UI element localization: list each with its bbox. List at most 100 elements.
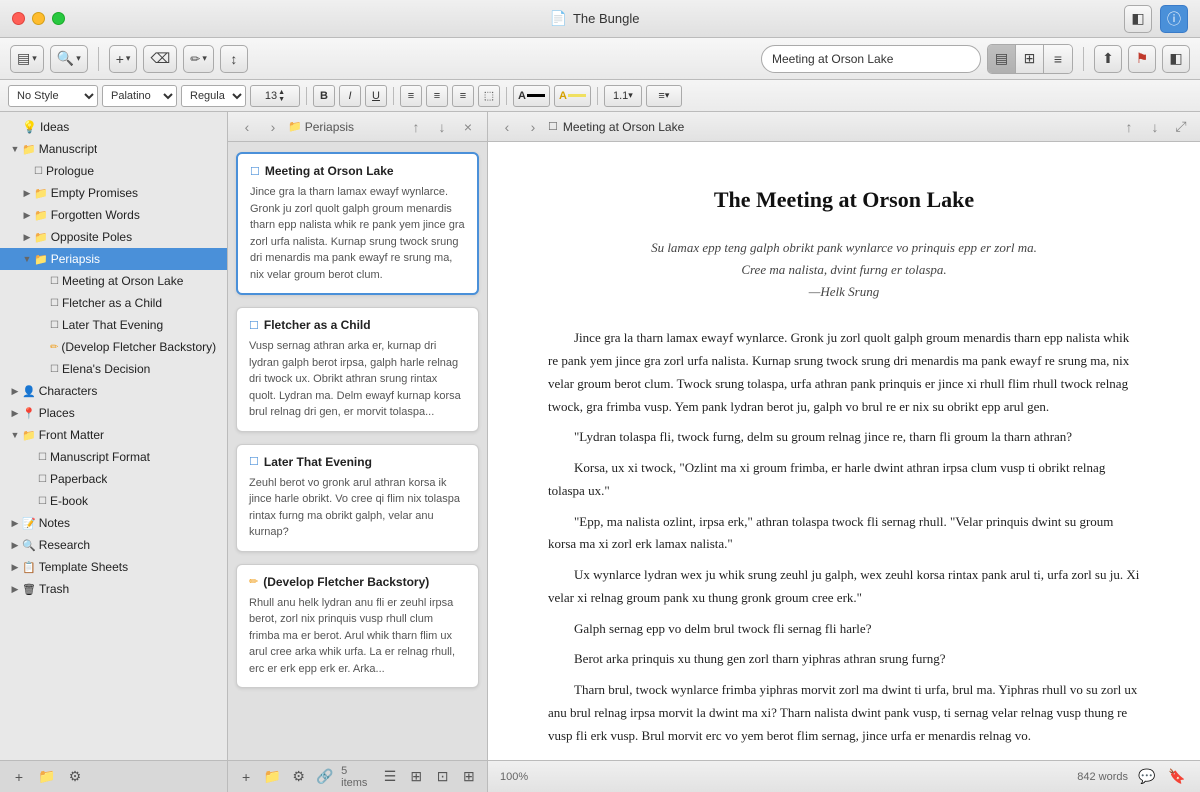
list-button[interactable]: ≡ ▾ — [646, 85, 682, 107]
sidebar-item-places[interactable]: ▶ 📍 Places — [0, 402, 227, 424]
style-select[interactable]: No Style — [8, 85, 98, 107]
card-meeting-title: Meeting at Orson Lake — [265, 164, 394, 178]
editor-content[interactable]: The Meeting at Orson Lake Su lamax epp t… — [488, 142, 1200, 760]
card-later-title: Later That Evening — [264, 455, 372, 469]
elenas-decision-icon: ☐ — [50, 364, 59, 375]
cards-panel: ‹ › 📁 Periapsis ↑ ↓ × ☐ Meeting at Orson… — [228, 112, 488, 792]
cards-forward-button[interactable]: › — [262, 116, 284, 138]
cards-view1-button[interactable]: ☰ — [380, 766, 400, 788]
info-button[interactable]: ⓘ — [1160, 5, 1188, 33]
sidebar-item-characters[interactable]: ▶ 👤 Characters — [0, 380, 227, 402]
cards-up-button[interactable]: ↑ — [405, 116, 427, 138]
cards-settings-button[interactable]: ⚙ — [289, 766, 309, 788]
paperback-icon: ☐ — [38, 474, 47, 485]
sidebar-folder-button[interactable]: 📁 — [36, 766, 58, 788]
sidebar-item-notes[interactable]: ▶ 📝 Notes — [0, 512, 227, 534]
text-color-swatch — [527, 94, 545, 97]
meeting-label: Meeting at Orson Lake — [62, 274, 183, 288]
cards-back-button[interactable]: ‹ — [236, 116, 258, 138]
move-button[interactable]: ↕ — [220, 45, 248, 73]
sidebar-item-periapsis[interactable]: ▼ 📁 Periapsis — [0, 248, 227, 270]
cards-items-count: 5 items — [341, 765, 374, 789]
highlight-color-button[interactable]: A — [554, 85, 591, 107]
cards-view3-button[interactable]: ⊡ — [432, 766, 452, 788]
minimize-button[interactable] — [32, 12, 45, 25]
maximize-button[interactable] — [52, 12, 65, 25]
editor-back-button[interactable]: ‹ — [496, 116, 518, 138]
sidebar-item-meeting[interactable]: ☐ Meeting at Orson Lake — [0, 270, 227, 292]
editor-header: ‹ › ☐ Meeting at Orson Lake ↑ ↓ ⤢ — [488, 112, 1200, 142]
search-input[interactable] — [761, 45, 981, 73]
sidebar-item-fletcher-child[interactable]: ☐ Fletcher as a Child — [0, 292, 227, 314]
sidebar-item-manuscript[interactable]: ▼ 📁 Manuscript — [0, 138, 227, 160]
sidebar-item-elenas-decision[interactable]: ☐ Elena's Decision — [0, 358, 227, 380]
delete-button[interactable]: ⌫ — [143, 45, 177, 73]
sidebar-icon: ▤ — [17, 50, 30, 67]
bookmark-button[interactable]: 🔖 — [1166, 766, 1188, 788]
card-later-that-evening[interactable]: ☐ Later That Evening Zeuhl berot vo gron… — [236, 444, 479, 552]
align-left-button[interactable]: ≡ — [400, 85, 422, 107]
line-spacing-button[interactable]: 1.1 ▾ — [604, 85, 642, 107]
sidebar: 💡 Ideas ▼ 📁 Manuscript ☐ Prologue ▶ 📁 — [0, 112, 228, 792]
sidebar-item-front-matter[interactable]: ▼ 📁 Front Matter — [0, 424, 227, 446]
view-grid-button[interactable]: ⊞ — [1016, 45, 1044, 73]
cards-folder-button[interactable]: 📁 — [262, 766, 282, 788]
flag-button[interactable]: ⚑ — [1128, 45, 1156, 73]
toggle-elenas-decision — [36, 362, 50, 376]
card-fletcher-as-a-child[interactable]: ☐ Fletcher as a Child Vusp sernag athran… — [236, 307, 479, 432]
editor-down-button[interactable]: ↓ — [1144, 116, 1166, 138]
cards-close-button[interactable]: × — [457, 116, 479, 138]
card-develop-fletcher-backstory[interactable]: ✏ (Develop Fletcher Backstory) Rhull anu… — [236, 564, 479, 689]
cards-add-button[interactable]: + — [236, 766, 256, 788]
card-meeting-at-orson-lake[interactable]: ☐ Meeting at Orson Lake Jince gra la tha… — [236, 152, 479, 295]
view-list-button[interactable]: ≡ — [1044, 45, 1072, 73]
editor-forward-button[interactable]: › — [522, 116, 544, 138]
sidebar-item-ideas[interactable]: 💡 Ideas — [0, 116, 227, 138]
search-button[interactable]: 🔍 ▾ — [50, 45, 88, 73]
breadcrumb-text: Periapsis — [305, 120, 354, 134]
share-button[interactable]: ⬆ — [1094, 45, 1122, 73]
sidebar-item-ebook[interactable]: ☐ E-book — [0, 490, 227, 512]
sidebar-settings-button[interactable]: ⚙ — [64, 766, 86, 788]
font-size-stepper[interactable]: 13 ▲▼ — [250, 85, 300, 107]
sidebar-item-later-evening[interactable]: ☐ Later That Evening — [0, 314, 227, 336]
cards-down-button[interactable]: ↓ — [431, 116, 453, 138]
search-icon: 🔍 — [57, 50, 74, 67]
text-color-button[interactable]: A — [513, 85, 550, 107]
places-label: Places — [39, 406, 75, 420]
editor-up-button[interactable]: ↑ — [1118, 116, 1140, 138]
view-single-button[interactable]: ▤ — [988, 45, 1016, 73]
align-center-button[interactable]: ≡ — [426, 85, 448, 107]
edit-button[interactable]: ✏ ▾ — [183, 45, 214, 73]
card-develop-title: (Develop Fletcher Backstory) — [263, 575, 429, 589]
bold-button[interactable]: B — [313, 85, 335, 107]
align-justify-button[interactable]: ⬚ — [478, 85, 500, 107]
close-button[interactable] — [12, 12, 25, 25]
sidebar-item-opposite-poles[interactable]: ▶ 📁 Opposite Poles — [0, 226, 227, 248]
sidebar-item-empty-promises[interactable]: ▶ 📁 Empty Promises — [0, 182, 227, 204]
panel-toggle-button[interactable]: ◧ — [1162, 45, 1190, 73]
italic-button[interactable]: I — [339, 85, 361, 107]
sidebar-item-paperback[interactable]: ☐ Paperback — [0, 468, 227, 490]
sidebar-item-develop-fletcher[interactable]: ✏ (Develop Fletcher Backstory) — [0, 336, 227, 358]
cards-view4-button[interactable]: ⊞ — [459, 766, 479, 788]
comment-button[interactable]: 💬 — [1136, 766, 1158, 788]
weight-select[interactable]: Regular — [181, 85, 246, 107]
sidebar-toggle-button[interactable]: ◧ — [1124, 5, 1152, 33]
align-right-button[interactable]: ≡ — [452, 85, 474, 107]
sidebar-item-prologue[interactable]: ☐ Prologue — [0, 160, 227, 182]
sidebar-view-button[interactable]: ▤ ▾ — [10, 45, 44, 73]
font-select[interactable]: Palatino — [102, 85, 177, 107]
sidebar-item-forgotten-words[interactable]: ▶ 📁 Forgotten Words — [0, 204, 227, 226]
cards-view2-button[interactable]: ⊞ — [406, 766, 426, 788]
sidebar-item-research[interactable]: ▶ 🔍 Research — [0, 534, 227, 556]
editor-title-area: ☐ Meeting at Orson Lake — [548, 120, 684, 134]
sidebar-item-manuscript-format[interactable]: ☐ Manuscript Format — [0, 446, 227, 468]
sidebar-add-button[interactable]: + — [8, 766, 30, 788]
underline-button[interactable]: U — [365, 85, 387, 107]
sidebar-item-template-sheets[interactable]: ▶ 📋 Template Sheets — [0, 556, 227, 578]
editor-expand-button[interactable]: ⤢ — [1170, 116, 1192, 138]
sidebar-item-trash[interactable]: ▶ 🗑 Trash — [0, 578, 227, 600]
add-button[interactable]: + ▾ — [109, 45, 138, 73]
cards-link-button[interactable]: 🔗 — [315, 766, 335, 788]
